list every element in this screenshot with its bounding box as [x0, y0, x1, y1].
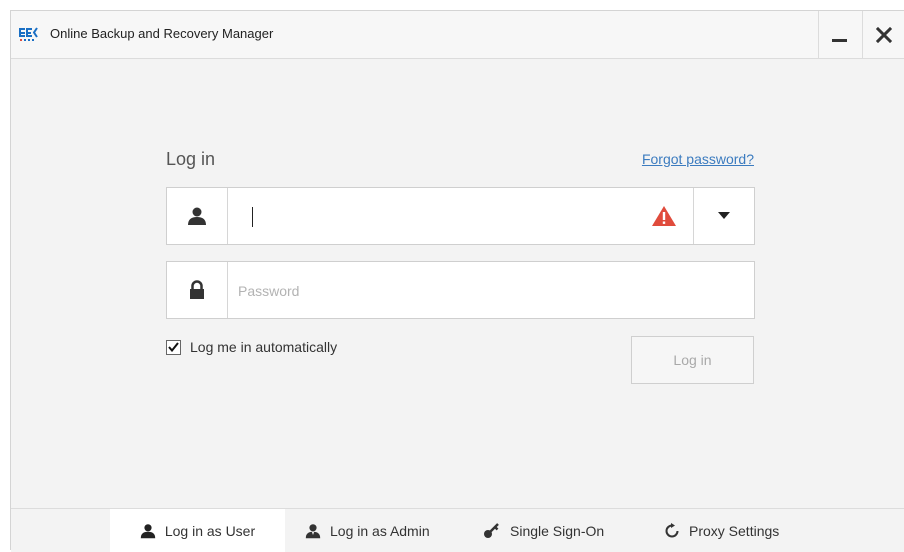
auto-login-checkbox[interactable]: Log me in automatically [166, 339, 337, 355]
password-icon-cell [167, 262, 228, 318]
tab-label: Proxy Settings [689, 522, 780, 539]
tab-label: Log in as User [164, 522, 256, 539]
window-title: Online Backup and Recovery Manager [50, 26, 274, 41]
user-icon [188, 207, 206, 225]
close-icon [875, 26, 892, 43]
username-field [166, 187, 755, 245]
lock-icon [190, 280, 204, 299]
tab-log-in-as-admin[interactable]: Log in as Admin [305, 509, 430, 552]
text-caret [252, 207, 253, 227]
title-bar: Online Backup and Recovery Manager [11, 11, 904, 59]
login-button[interactable]: Log in [631, 336, 754, 384]
chevron-down-icon [718, 212, 730, 219]
refresh-icon [665, 522, 679, 537]
auto-login-label: Log me in automatically [190, 339, 338, 355]
minimize-icon [832, 39, 847, 42]
admin-user-icon [305, 523, 321, 538]
password-field [166, 261, 755, 319]
tab-label: Single Sign-On [510, 522, 605, 539]
password-input[interactable] [236, 272, 740, 310]
login-mode-tabs: Log in as User Log in as Admin Single Si… [11, 508, 904, 552]
minimize-button[interactable] [818, 11, 860, 58]
user-icon [140, 523, 156, 538]
check-icon [168, 342, 179, 352]
key-icon [484, 522, 499, 538]
username-icon-cell [167, 188, 228, 244]
app-logo-icon [19, 27, 38, 41]
forgot-password-link[interactable]: Forgot password? [642, 151, 754, 167]
username-input[interactable] [236, 198, 620, 236]
tab-label: Log in as Admin [330, 522, 430, 539]
login-heading: Log in [166, 149, 216, 169]
app-window: Online Backup and Recovery Manager Log i… [10, 10, 904, 552]
tab-proxy-settings[interactable]: Proxy Settings [664, 509, 779, 552]
tab-log-in-as-user[interactable]: Log in as User [110, 509, 285, 552]
checkbox-box[interactable] [166, 339, 181, 355]
warning-icon [652, 206, 676, 226]
tab-single-sign-on[interactable]: Single Sign-On [483, 509, 604, 552]
username-dropdown-button[interactable] [693, 188, 754, 244]
close-button[interactable] [862, 11, 904, 58]
